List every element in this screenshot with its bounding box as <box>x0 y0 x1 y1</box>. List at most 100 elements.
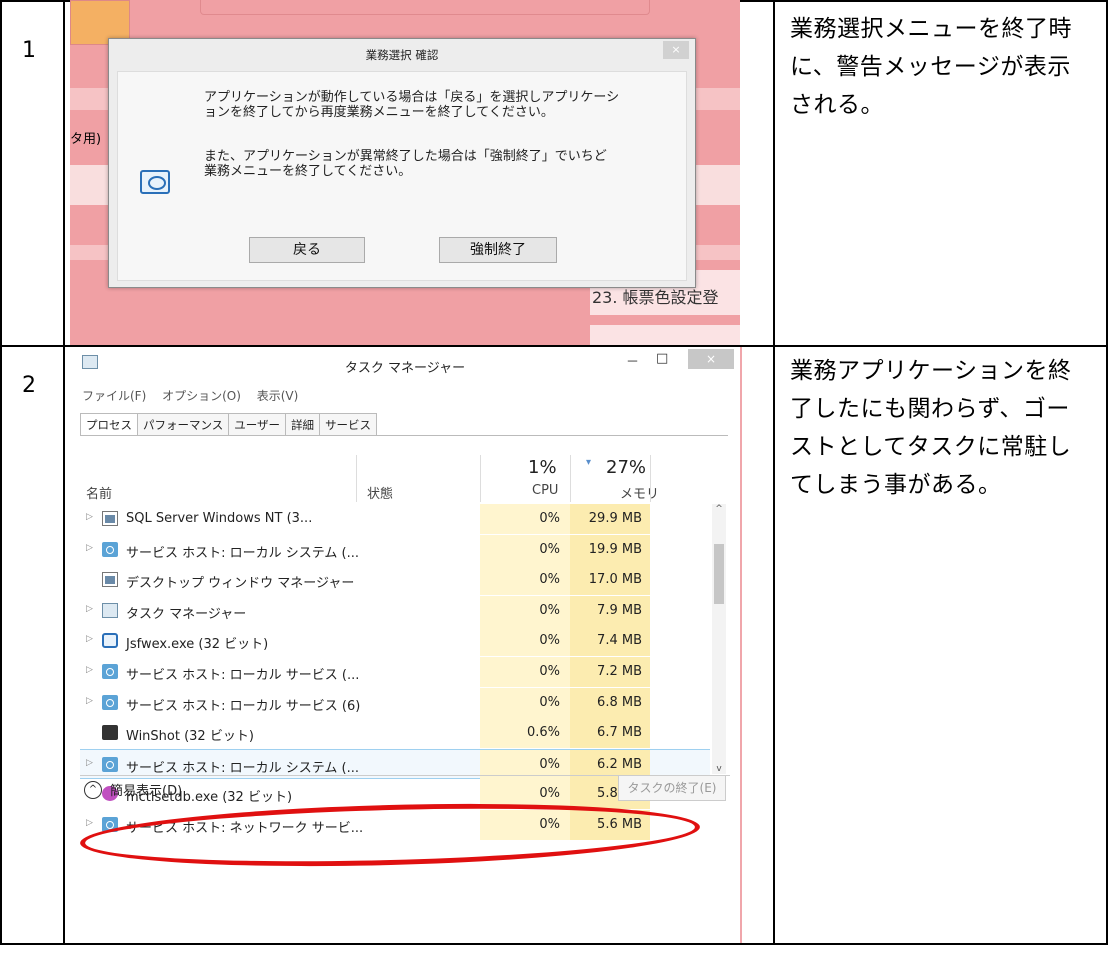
confirm-dialog: 業務選択 確認 × アプリケーションが動作している場合は「戻る」を選択しアプリケ… <box>108 38 696 288</box>
dialog-message: また、アプリケーションが異常終了した場合は「強制終了」でいちど 業務メニューを終… <box>204 149 607 179</box>
menu-bar: ファイル(F) オプション(O) 表示(V) <box>82 387 310 404</box>
tab-services[interactable]: サービス <box>319 413 378 436</box>
column-separator <box>650 455 651 502</box>
taskmgr-icon <box>102 602 118 618</box>
dialog-title: 業務選択 確認 <box>365 48 439 62</box>
cpu-percent: 1% <box>528 457 557 478</box>
gear-icon <box>102 694 118 710</box>
row-description: 業務選択メニューを終了時に、警告メッセージが表示される。 <box>790 16 1072 118</box>
process-memory: 6.7 MB <box>570 718 650 749</box>
back-button[interactable]: 戻る <box>249 237 365 263</box>
tab-divider <box>80 435 728 436</box>
column-cpu[interactable]: CPU <box>532 483 558 498</box>
expand-icon[interactable]: ▷ <box>86 604 93 614</box>
table-row[interactable]: ▷ Jsfwex.exe (32 ビット) 0% 7.4 MB <box>80 626 710 657</box>
gear-icon <box>102 756 118 772</box>
screenshot-confirm-dialog: タ用) 23. 帳票色設定登 業務選択 確認 × アプリケーションが動作している… <box>70 0 740 345</box>
background-label: タ用) <box>70 132 102 147</box>
winshot-icon <box>102 725 118 741</box>
expand-icon[interactable]: ▷ <box>86 818 93 828</box>
process-memory: 6.8 MB <box>570 687 650 718</box>
process-cpu: 0% <box>480 657 570 687</box>
window-title: タスク マネージャー <box>344 361 466 376</box>
scroll-thumb[interactable] <box>714 544 724 604</box>
column-memory[interactable]: メモリ <box>620 483 659 502</box>
process-name: SQL Server Windows NT (3... <box>126 511 313 526</box>
process-memory: 7.2 MB <box>570 657 650 687</box>
tab-details[interactable]: 詳細 <box>285 413 321 436</box>
fewer-details-button[interactable]: ^ 簡易表示(D) <box>84 780 182 799</box>
table-col-divider <box>773 0 775 944</box>
gear-icon <box>102 664 118 679</box>
screenshot-task-manager: タスク マネージャー － □ × ファイル(F) オプション(O) 表示(V) … <box>70 347 742 943</box>
process-memory: 7.9 MB <box>570 595 650 626</box>
column-separator <box>480 455 481 502</box>
process-name: デスクトップ ウィンドウ マネージャー <box>126 576 355 592</box>
expand-icon[interactable]: ▷ <box>86 634 93 644</box>
process-memory: 17.0 MB <box>570 565 650 596</box>
column-separator <box>356 455 357 502</box>
process-name: サービス ホスト: ローカル システム (... <box>126 545 359 561</box>
table-row[interactable]: ▷ サービス ホスト: ローカル サービス (... 0% 7.2 MB <box>80 657 710 687</box>
dialog-message: アプリケーションが動作している場合は「戻る」を選択しアプリケーシ ョンを終了して… <box>204 90 620 120</box>
menu-options[interactable]: オプション(O) <box>162 389 241 403</box>
table-border-right <box>1106 0 1108 944</box>
expand-icon[interactable]: ▷ <box>86 512 93 522</box>
process-name: サービス ホスト: ローカル システム (... <box>126 760 359 776</box>
process-memory: 7.4 MB <box>570 626 650 657</box>
table-border-left <box>0 0 2 944</box>
app-icon <box>140 170 170 194</box>
process-cpu: 0% <box>480 534 570 565</box>
process-cpu: 0% <box>480 595 570 626</box>
row-number: 1 <box>22 38 36 63</box>
minimize-button[interactable]: － <box>626 351 639 370</box>
tab-processes[interactable]: プロセス <box>80 413 138 436</box>
table-row[interactable]: ▷ サービス ホスト: ローカル システム (... 0% 19.9 MB <box>80 534 710 565</box>
expand-icon[interactable]: ▷ <box>86 543 93 553</box>
process-name: サービス ホスト: ローカル サービス (6) <box>126 698 361 714</box>
dialog-body: アプリケーションが動作している場合は「戻る」を選択しアプリケーシ ョンを終了して… <box>117 71 687 281</box>
tab-users[interactable]: ユーザー <box>228 413 287 436</box>
process-name: サービス ホスト: ローカル サービス (... <box>126 668 360 683</box>
scrollbar[interactable]: ^ v <box>712 504 726 774</box>
background-panel <box>200 0 650 15</box>
force-quit-button[interactable]: 強制終了 <box>439 237 557 263</box>
table-border-bottom <box>0 943 1108 945</box>
background-menu-item <box>590 325 740 345</box>
table-row[interactable]: WinShot (32 ビット) 0.6% 6.7 MB <box>80 718 710 749</box>
column-header: 名前 状態 1% CPU ▾ 27% メモリ <box>80 457 728 502</box>
process-cpu: 0% <box>480 504 570 534</box>
column-name[interactable]: 名前 <box>86 483 112 502</box>
dialog-close-button[interactable]: × <box>663 41 689 59</box>
scroll-up-icon[interactable]: ^ <box>712 504 726 514</box>
row-number: 2 <box>22 373 36 398</box>
window-icon <box>102 572 118 588</box>
expand-icon[interactable]: ▷ <box>86 696 93 706</box>
tab-performance[interactable]: パフォーマンス <box>137 413 230 436</box>
table-row[interactable]: ▷ タスク マネージャー 0% 7.9 MB <box>80 595 710 626</box>
table-row[interactable]: ▷ SQL Server Windows NT (3... 0% 29.9 MB <box>80 504 710 534</box>
fewer-details-label: 簡易表示(D) <box>110 784 183 799</box>
maximize-button[interactable]: □ <box>656 351 668 366</box>
end-task-button[interactable]: タスクの終了(E) <box>618 775 726 801</box>
scroll-down-icon[interactable]: v <box>712 764 726 774</box>
expand-icon[interactable]: ▷ <box>86 758 93 768</box>
process-memory: 19.9 MB <box>570 534 650 565</box>
table-row[interactable]: デスクトップ ウィンドウ マネージャー 0% 17.0 MB <box>80 565 710 596</box>
table-row[interactable]: ▷ サービス ホスト: ローカル サービス (6) 0% 6.8 MB <box>80 687 710 718</box>
gear-icon <box>102 541 118 557</box>
process-name: WinShot (32 ビット) <box>126 729 254 745</box>
process-name: タスク マネージャー <box>126 606 247 622</box>
column-status[interactable]: 状態 <box>367 483 393 502</box>
process-cpu: 0% <box>480 687 570 718</box>
menu-file[interactable]: ファイル(F) <box>82 389 146 403</box>
window-titlebar: タスク マネージャー － □ × <box>70 347 740 379</box>
expand-icon[interactable]: ▷ <box>86 665 93 675</box>
column-separator <box>570 455 571 502</box>
process-name: Jsfwex.exe (32 ビット) <box>126 637 269 653</box>
menu-view[interactable]: 表示(V) <box>257 389 299 403</box>
process-cpu: 0% <box>480 565 570 596</box>
process-cpu: 0.6% <box>480 718 570 749</box>
chevron-up-icon: ^ <box>84 780 102 799</box>
close-button[interactable]: × <box>688 349 734 369</box>
